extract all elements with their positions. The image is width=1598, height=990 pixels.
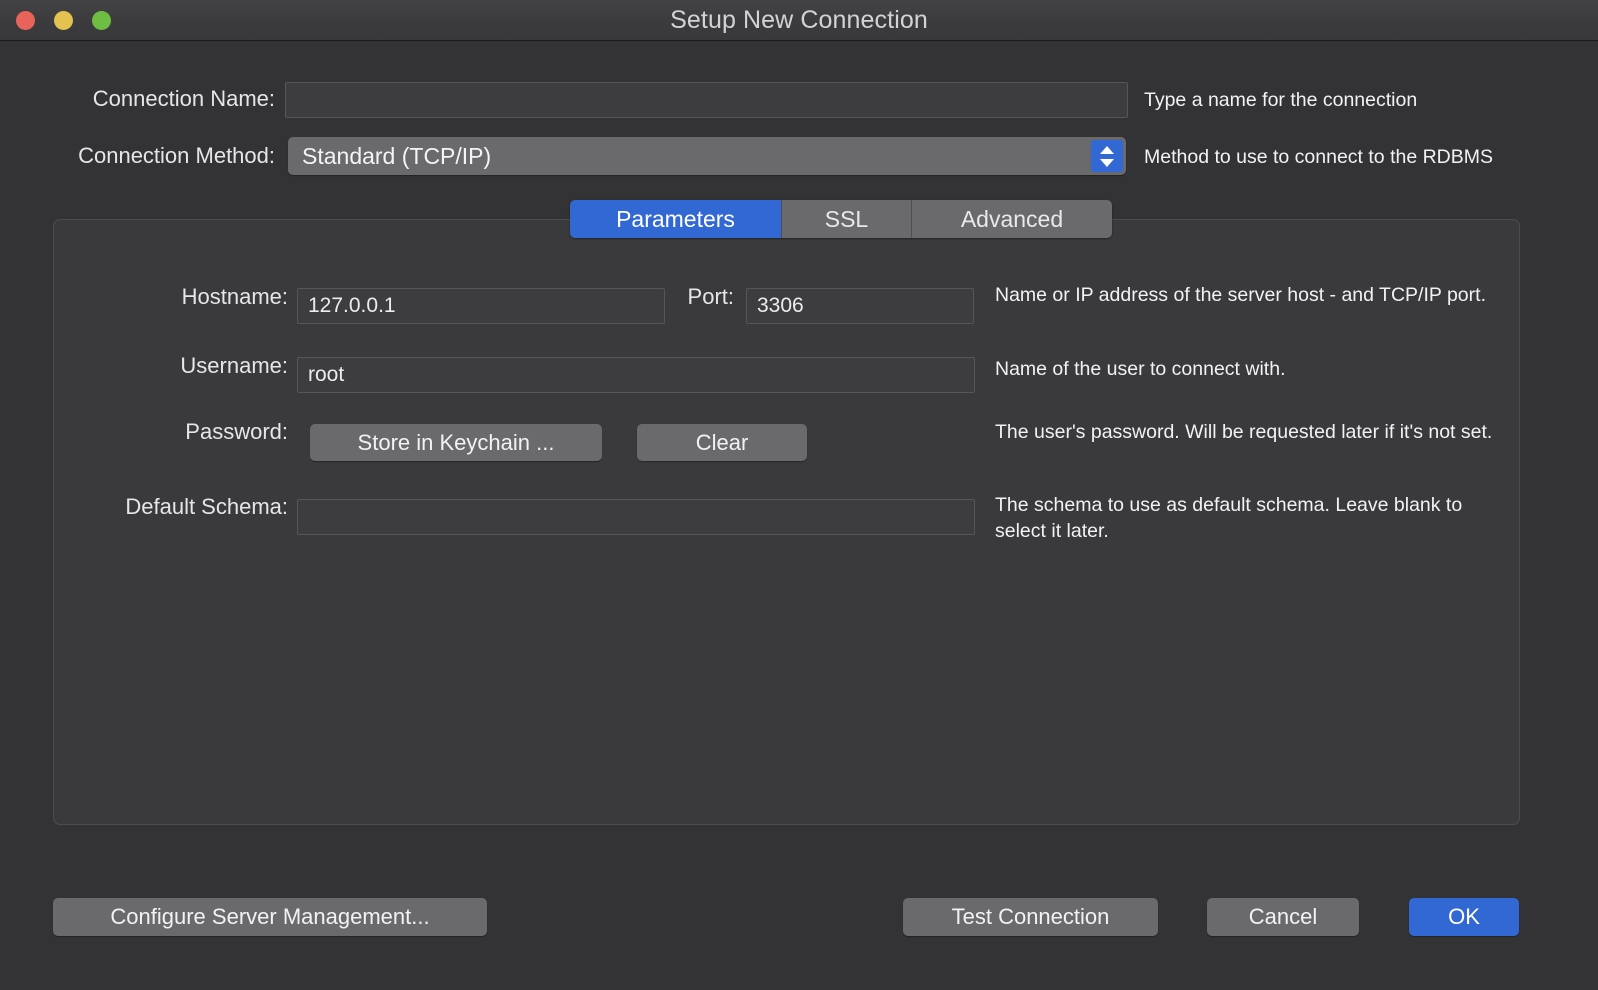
title-bar: Setup New Connection (0, 0, 1598, 41)
chevron-up-icon (1100, 145, 1114, 154)
connection-method-hint: Method to use to connect to the RDBMS (1144, 146, 1494, 168)
username-label: Username: (180, 353, 288, 378)
port-label: Port: (687, 284, 734, 309)
password-label: Password: (185, 419, 288, 444)
connection-method-value: Standard (TCP/IP) (302, 142, 492, 169)
tab-advanced[interactable]: Advanced (912, 200, 1112, 238)
connection-method-label: Connection Method: (78, 143, 275, 168)
chevron-down-icon (1100, 158, 1114, 167)
port-input[interactable] (746, 288, 974, 324)
store-in-keychain-button[interactable]: Store in Keychain ... (310, 424, 602, 461)
test-connection-button[interactable]: Test Connection (903, 898, 1158, 936)
connection-name-input[interactable] (285, 82, 1128, 118)
connection-method-stepper[interactable] (1091, 140, 1123, 172)
tab-bar: Parameters SSL Advanced (570, 200, 1112, 238)
connection-name-label: Connection Name: (92, 86, 275, 111)
window-title: Setup New Connection (670, 6, 928, 34)
tab-ssl[interactable]: SSL (782, 200, 912, 238)
cancel-button[interactable]: Cancel (1207, 898, 1359, 936)
username-hint: Name of the user to connect with. (995, 358, 1286, 380)
connection-method-select[interactable]: Standard (TCP/IP) (288, 137, 1126, 175)
setup-new-connection-dialog: Setup New Connection Connection Name: Ty… (0, 0, 1598, 990)
configure-server-management-button[interactable]: Configure Server Management... (53, 898, 487, 936)
password-hint: The user's password. Will be requested l… (995, 421, 1493, 443)
default-schema-input[interactable] (297, 499, 975, 535)
default-schema-label: Default Schema: (125, 494, 288, 519)
tab-parameters[interactable]: Parameters (570, 200, 782, 238)
ok-button[interactable]: OK (1409, 898, 1519, 936)
connection-name-hint: Type a name for the connection (1144, 89, 1418, 111)
clear-password-button[interactable]: Clear (637, 424, 807, 461)
username-input[interactable] (297, 357, 975, 393)
hostname-hint: Name or IP address of the server host - … (995, 284, 1486, 306)
default-schema-hint: The schema to use as default schema. Lea… (995, 494, 1463, 542)
hostname-input[interactable] (297, 288, 665, 324)
hostname-label: Hostname: (181, 284, 288, 309)
